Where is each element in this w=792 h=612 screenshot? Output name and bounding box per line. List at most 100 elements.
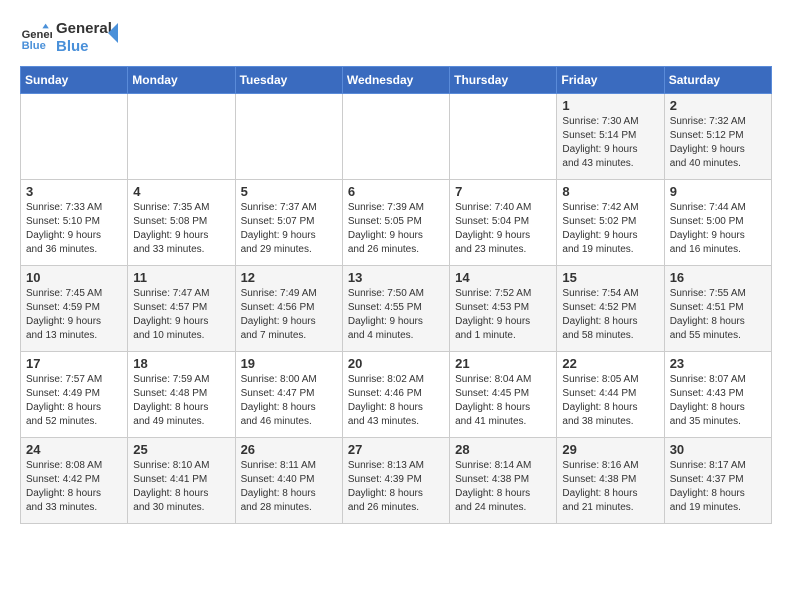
day-number: 27 (348, 442, 444, 457)
day-info: Sunrise: 7:40 AM Sunset: 5:04 PM Dayligh… (455, 201, 551, 257)
day-number: 19 (241, 356, 337, 371)
day-info: Sunrise: 7:42 AM Sunset: 5:02 PM Dayligh… (562, 201, 658, 257)
page-header: General Blue General Blue (20, 20, 772, 56)
day-info: Sunrise: 7:33 AM Sunset: 5:10 PM Dayligh… (26, 201, 122, 257)
calendar-cell: 5Sunrise: 7:37 AM Sunset: 5:07 PM Daylig… (235, 180, 342, 266)
day-info: Sunrise: 8:05 AM Sunset: 4:44 PM Dayligh… (562, 373, 658, 429)
calendar-cell: 8 Sunrise: 7:42 AM Sunset: 5:02 PM Daylig… (557, 180, 664, 266)
day-info: Sunrise: 7:55 AM Sunset: 4:51 PM Dayligh… (670, 287, 766, 343)
day-number: 16 (670, 270, 766, 285)
calendar-cell: 27Sunrise: 8:13 AM Sunset: 4:39 PM Dayli… (342, 438, 449, 524)
day-number: 21 (455, 356, 551, 371)
day-info: Sunrise: 7:59 AM Sunset: 4:48 PM Dayligh… (133, 373, 229, 429)
day-number: 15 (562, 270, 658, 285)
calendar-cell: 4 Sunrise: 7:35 AM Sunset: 5:08 PM Daylig… (128, 180, 235, 266)
day-number: 17 (26, 356, 122, 371)
svg-text:General: General (22, 29, 52, 41)
day-number: 13 (348, 270, 444, 285)
day-number: 2 (670, 98, 766, 113)
day-number: 25 (133, 442, 229, 457)
calendar-cell: 18Sunrise: 7:59 AM Sunset: 4:48 PM Dayli… (128, 352, 235, 438)
calendar-cell: 7 Sunrise: 7:40 AM Sunset: 5:04 PM Daylig… (450, 180, 557, 266)
day-header-saturday: Saturday (664, 67, 771, 94)
calendar-cell: 24 Sunrise: 8:08 AM Sunset: 4:42 PM Dayli… (21, 438, 128, 524)
calendar-cell (128, 94, 235, 180)
svg-text:Blue: Blue (22, 40, 46, 52)
calendar-cell: 2 Sunrise: 7:32 AM Sunset: 5:12 PM Daylig… (664, 94, 771, 180)
calendar-cell: 11 Sunrise: 7:47 AM Sunset: 4:57 PM Dayli… (128, 266, 235, 352)
day-info: Sunrise: 7:54 AM Sunset: 4:52 PM Dayligh… (562, 287, 658, 343)
logo: General Blue General Blue (20, 20, 128, 56)
day-number: 10 (26, 270, 122, 285)
day-number: 28 (455, 442, 551, 457)
day-number: 14 (455, 270, 551, 285)
calendar-cell (21, 94, 128, 180)
day-info: Sunrise: 8:08 AM Sunset: 4:42 PM Dayligh… (26, 459, 122, 515)
day-info: Sunrise: 7:52 AM Sunset: 4:53 PM Dayligh… (455, 287, 551, 343)
calendar-cell: 3 Sunrise: 7:33 AM Sunset: 5:10 PM Daylig… (21, 180, 128, 266)
calendar-header-row: SundayMondayTuesdayWednesdayThursdayFrid… (21, 67, 772, 94)
day-number: 1 (562, 98, 658, 113)
calendar-cell: 29Sunrise: 8:16 AM Sunset: 4:38 PM Dayli… (557, 438, 664, 524)
day-number: 3 (26, 184, 122, 199)
day-info: Sunrise: 7:45 AM Sunset: 4:59 PM Dayligh… (26, 287, 122, 343)
day-number: 4 (133, 184, 229, 199)
day-info: Sunrise: 8:14 AM Sunset: 4:38 PM Dayligh… (455, 459, 551, 515)
logo-icon: General Blue (20, 22, 52, 54)
calendar-cell: 28 Sunrise: 8:14 AM Sunset: 4:38 PM Dayli… (450, 438, 557, 524)
calendar-cell: 13 Sunrise: 7:50 AM Sunset: 4:55 PM Dayli… (342, 266, 449, 352)
day-header-tuesday: Tuesday (235, 67, 342, 94)
day-number: 29 (562, 442, 658, 457)
calendar-cell (450, 94, 557, 180)
day-info: Sunrise: 7:47 AM Sunset: 4:57 PM Dayligh… (133, 287, 229, 343)
calendar-week-row: 10 Sunrise: 7:45 AM Sunset: 4:59 PM Dayli… (21, 266, 772, 352)
calendar-week-row: 1 Sunrise: 7:30 AM Sunset: 5:14 PM Daylig… (21, 94, 772, 180)
day-number: 30 (670, 442, 766, 457)
calendar-cell: 1 Sunrise: 7:30 AM Sunset: 5:14 PM Daylig… (557, 94, 664, 180)
day-number: 20 (348, 356, 444, 371)
day-info: Sunrise: 7:50 AM Sunset: 4:55 PM Dayligh… (348, 287, 444, 343)
calendar-cell: 14 Sunrise: 7:52 AM Sunset: 4:53 PM Dayli… (450, 266, 557, 352)
day-info: Sunrise: 7:49 AM Sunset: 4:56 PM Dayligh… (241, 287, 337, 343)
day-info: Sunrise: 7:44 AM Sunset: 5:00 PM Dayligh… (670, 201, 766, 257)
calendar-week-row: 3 Sunrise: 7:33 AM Sunset: 5:10 PM Daylig… (21, 180, 772, 266)
day-info: Sunrise: 8:10 AM Sunset: 4:41 PM Dayligh… (133, 459, 229, 515)
day-number: 22 (562, 356, 658, 371)
calendar-cell: 10 Sunrise: 7:45 AM Sunset: 4:59 PM Dayli… (21, 266, 128, 352)
day-number: 9 (670, 184, 766, 199)
calendar-cell (342, 94, 449, 180)
day-number: 11 (133, 270, 229, 285)
day-number: 24 (26, 442, 122, 457)
calendar-cell: 26Sunrise: 8:11 AM Sunset: 4:40 PM Dayli… (235, 438, 342, 524)
calendar-table: SundayMondayTuesdayWednesdayThursdayFrid… (20, 66, 772, 524)
day-info: Sunrise: 7:57 AM Sunset: 4:49 PM Dayligh… (26, 373, 122, 429)
day-info: Sunrise: 7:30 AM Sunset: 5:14 PM Dayligh… (562, 115, 658, 171)
calendar-cell: 12 Sunrise: 7:49 AM Sunset: 4:56 PM Dayli… (235, 266, 342, 352)
day-number: 23 (670, 356, 766, 371)
calendar-week-row: 24 Sunrise: 8:08 AM Sunset: 4:42 PM Dayli… (21, 438, 772, 524)
day-header-friday: Friday (557, 67, 664, 94)
calendar-cell: 23 Sunrise: 8:07 AM Sunset: 4:43 PM Dayli… (664, 352, 771, 438)
day-number: 7 (455, 184, 551, 199)
day-number: 8 (562, 184, 658, 199)
day-info: Sunrise: 8:07 AM Sunset: 4:43 PM Dayligh… (670, 373, 766, 429)
day-info: Sunrise: 8:17 AM Sunset: 4:37 PM Dayligh… (670, 459, 766, 515)
day-info: Sunrise: 7:35 AM Sunset: 5:08 PM Dayligh… (133, 201, 229, 257)
day-number: 12 (241, 270, 337, 285)
calendar-week-row: 17 Sunrise: 7:57 AM Sunset: 4:49 PM Dayli… (21, 352, 772, 438)
day-info: Sunrise: 7:32 AM Sunset: 5:12 PM Dayligh… (670, 115, 766, 171)
calendar-cell: 16 Sunrise: 7:55 AM Sunset: 4:51 PM Dayli… (664, 266, 771, 352)
calendar-cell: 20Sunrise: 8:02 AM Sunset: 4:46 PM Dayli… (342, 352, 449, 438)
calendar-cell: 17 Sunrise: 7:57 AM Sunset: 4:49 PM Dayli… (21, 352, 128, 438)
calendar-cell: 25 Sunrise: 8:10 AM Sunset: 4:41 PM Dayli… (128, 438, 235, 524)
calendar-cell: 19 Sunrise: 8:00 AM Sunset: 4:47 PM Dayli… (235, 352, 342, 438)
day-info: Sunrise: 8:04 AM Sunset: 4:45 PM Dayligh… (455, 373, 551, 429)
calendar-cell: 22 Sunrise: 8:05 AM Sunset: 4:44 PM Dayli… (557, 352, 664, 438)
calendar-cell: 9 Sunrise: 7:44 AM Sunset: 5:00 PM Daylig… (664, 180, 771, 266)
calendar-cell: 21 Sunrise: 8:04 AM Sunset: 4:45 PM Dayli… (450, 352, 557, 438)
day-info: Sunrise: 8:00 AM Sunset: 4:47 PM Dayligh… (241, 373, 337, 429)
calendar-cell: 30 Sunrise: 8:17 AM Sunset: 4:37 PM Dayli… (664, 438, 771, 524)
day-info: Sunrise: 7:39 AM Sunset: 5:05 PM Dayligh… (348, 201, 444, 257)
logo-arrow-icon (108, 23, 128, 43)
day-header-thursday: Thursday (450, 67, 557, 94)
